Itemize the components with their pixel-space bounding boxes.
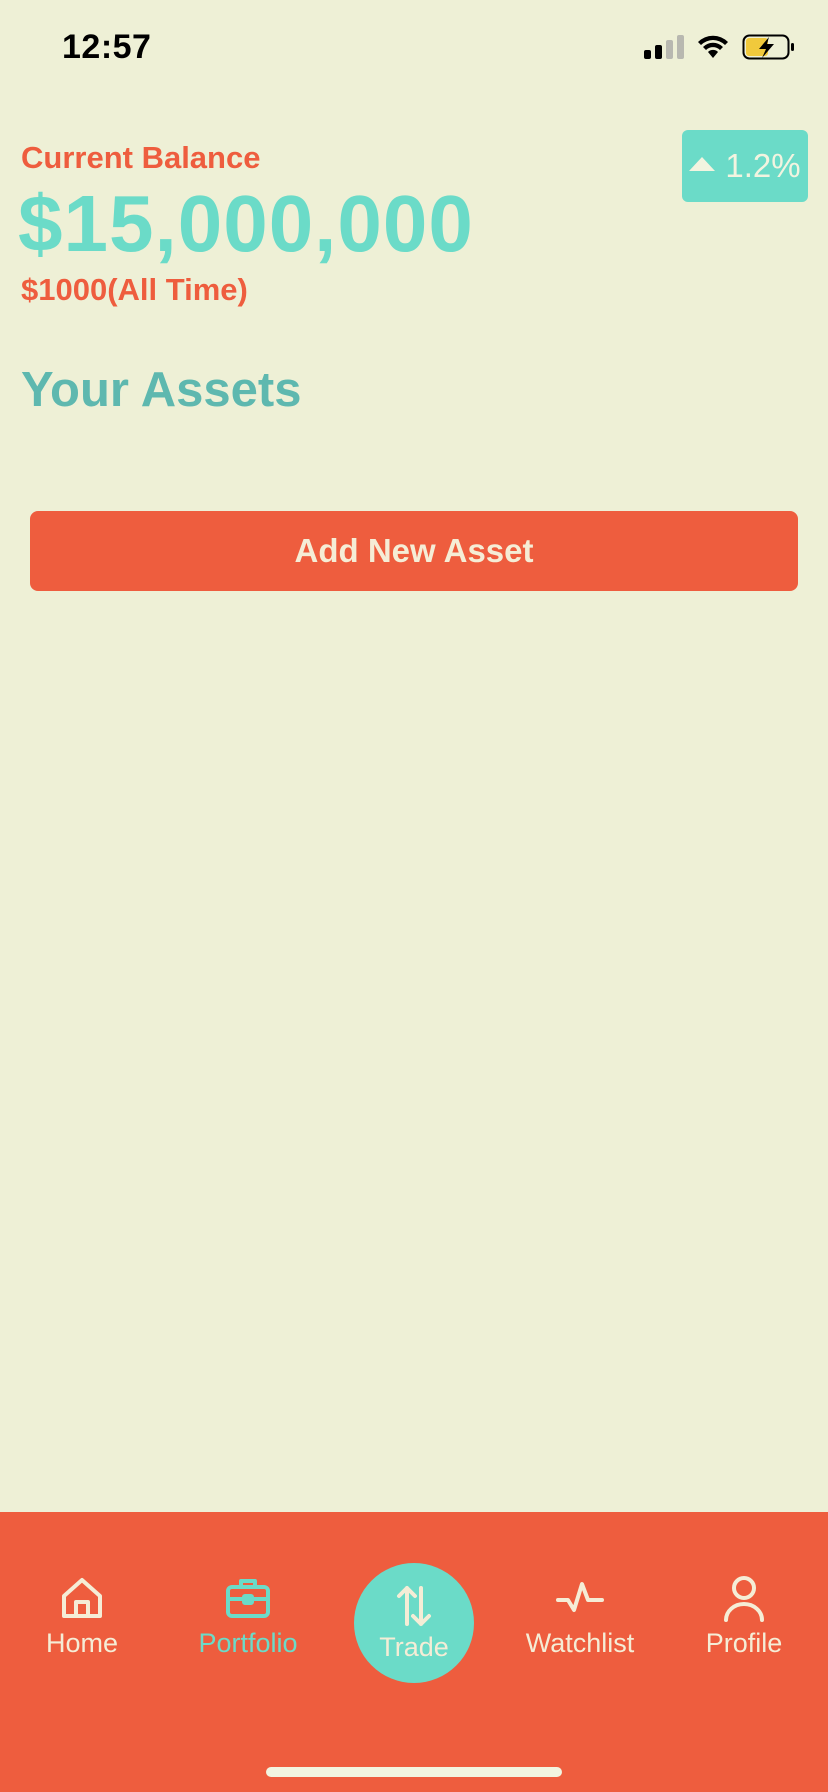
wifi-icon — [698, 35, 728, 58]
add-new-asset-button[interactable]: Add New Asset — [30, 511, 798, 591]
current-balance-value: $15,000,000 — [18, 179, 474, 268]
tab-home[interactable]: Home — [12, 1574, 152, 1659]
battery-charging-icon — [742, 34, 794, 60]
bottom-tab-bar: Home Portfolio Trade Watchlist Profile — [0, 1512, 828, 1792]
all-time-change: $1000(All Time) — [21, 272, 248, 307]
tab-trade-label: Trade — [379, 1631, 449, 1662]
triangle-up-icon — [689, 157, 716, 171]
tab-profile[interactable]: Profile — [674, 1574, 814, 1659]
user-icon — [724, 1576, 764, 1622]
tab-home-label: Home — [45, 1628, 119, 1658]
activity-icon — [556, 1582, 604, 1612]
percent-change-badge: 1.2% — [682, 130, 808, 202]
briefcase-icon — [226, 1579, 270, 1618]
tab-watchlist-label: Watchlist — [525, 1628, 635, 1658]
swap-arrows-icon — [397, 1585, 431, 1626]
tab-portfolio[interactable]: Portfolio — [178, 1574, 318, 1659]
percent-change-value: 1.2% — [725, 147, 801, 184]
cellular-signal-icon — [644, 35, 684, 59]
status-bar: 12:57 — [0, 0, 828, 100]
status-icons — [644, 34, 796, 60]
home-indicator[interactable] — [266, 1767, 562, 1777]
status-time: 12:57 — [62, 28, 152, 66]
tab-portfolio-label: Portfolio — [198, 1628, 298, 1658]
current-balance-label: Current Balance — [21, 140, 261, 175]
tab-trade[interactable]: Trade — [354, 1563, 474, 1683]
tab-watchlist[interactable]: Watchlist — [510, 1574, 650, 1659]
your-assets-title: Your Assets — [21, 363, 302, 417]
home-icon — [62, 1578, 102, 1618]
tab-profile-label: Profile — [705, 1628, 783, 1658]
